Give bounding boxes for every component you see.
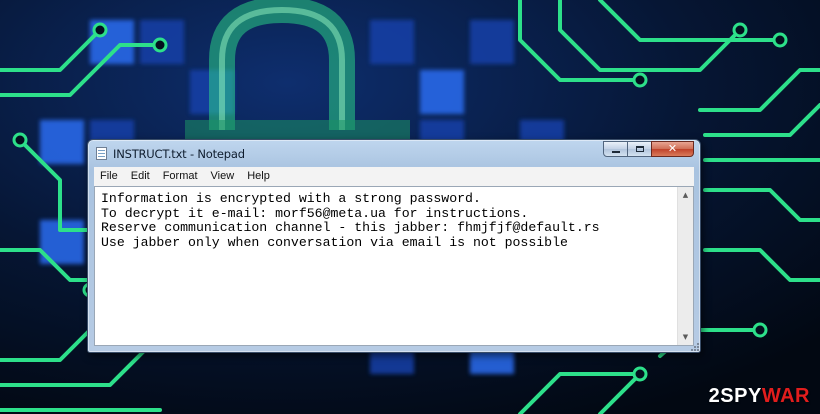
watermark-war: WAR: [761, 385, 810, 407]
text-editor[interactable]: Information is encrypted with a strong p…: [94, 186, 694, 346]
notepad-window[interactable]: INSTRUCT.txt - Notepad ✕ File Edit Forma…: [87, 139, 701, 353]
menu-view[interactable]: View: [205, 167, 242, 186]
menu-format[interactable]: Format: [157, 167, 205, 186]
watermark-prefix: 2: [708, 385, 721, 407]
document-line: To decrypt it e-mail: morf56@meta.ua for…: [101, 205, 529, 221]
menu-file[interactable]: File: [94, 167, 125, 186]
blue-tile: [370, 20, 414, 64]
document-line: Use jabber only when conversation via em…: [101, 234, 568, 250]
close-icon: ✕: [667, 142, 678, 155]
menu-help[interactable]: Help: [241, 167, 277, 186]
menu-edit[interactable]: Edit: [125, 167, 157, 186]
vertical-scrollbar[interactable]: ▲ ▼: [677, 187, 693, 345]
watermark-logo: 2SPYWAR: [709, 385, 810, 408]
minimize-icon: [612, 151, 620, 153]
maximize-icon: [636, 146, 644, 152]
resize-grip-icon[interactable]: [690, 342, 700, 352]
minimize-button[interactable]: [603, 141, 628, 157]
document-line: Information is encrypted with a strong p…: [101, 191, 481, 206]
maximize-button[interactable]: [627, 141, 652, 157]
menu-bar: File Edit Format View Help: [94, 167, 694, 187]
blue-tile: [470, 20, 514, 64]
blue-tile: [40, 120, 84, 164]
document-text[interactable]: Information is encrypted with a strong p…: [95, 187, 677, 345]
notepad-icon[interactable]: [96, 147, 107, 160]
close-button[interactable]: ✕: [651, 141, 694, 157]
document-line: Reserve communication channel - this jab…: [101, 220, 600, 235]
blue-tile: [420, 70, 464, 114]
title-bar[interactable]: INSTRUCT.txt - Notepad ✕: [88, 140, 700, 167]
scroll-up-arrow-icon[interactable]: ▲: [678, 187, 693, 203]
window-title: INSTRUCT.txt - Notepad: [113, 147, 245, 161]
watermark-spy: SPY: [720, 385, 762, 407]
caption-buttons: ✕: [603, 141, 694, 158]
